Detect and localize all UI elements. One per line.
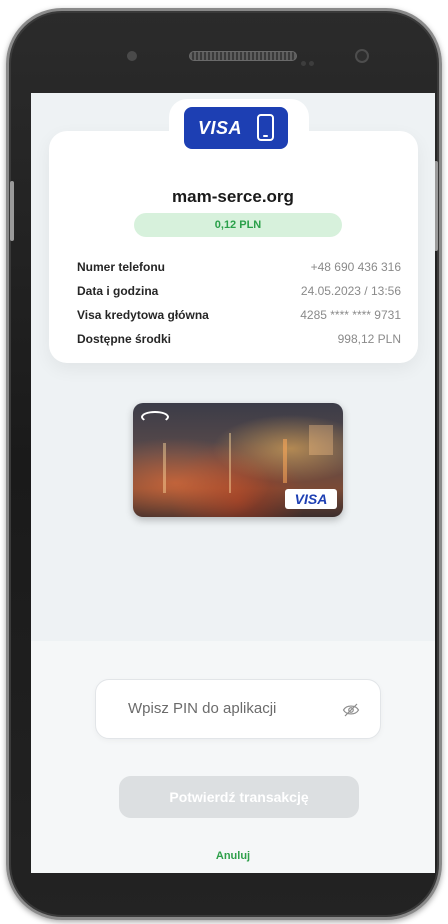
phone-frame: VISA mam-serce.org 0,12 PLN Numer telefo… <box>6 8 442 920</box>
detail-label: Data i godzina <box>77 284 159 298</box>
merchant-name: mam-serce.org <box>172 187 294 206</box>
front-camera-icon <box>355 49 369 63</box>
sensor-dots <box>301 53 325 66</box>
detail-value: +48 690 436 316 <box>310 260 401 274</box>
card-visa-logo: VISA <box>285 489 337 509</box>
transaction-details: Numer telefonu +48 690 436 316 Data i go… <box>77 255 401 351</box>
eye-off-icon[interactable] <box>342 701 360 719</box>
detail-value: 4285 **** **** 9731 <box>300 308 401 322</box>
detail-label: Dostępne środki <box>77 332 172 346</box>
detail-value: 998,12 PLN <box>337 332 401 346</box>
detail-row-card: Visa kredytowa główna 4285 **** **** 973… <box>77 303 401 327</box>
confirm-transaction-button[interactable]: Potwierdź transakcję <box>119 776 359 818</box>
pin-placeholder: Wpisz PIN do aplikacji <box>128 700 277 717</box>
amount-badge: 0,12 PLN <box>134 213 342 237</box>
detail-label: Numer telefonu <box>77 260 166 274</box>
proximity-sensor-icon <box>127 51 137 61</box>
detail-value: 24.05.2023 / 13:56 <box>300 284 401 298</box>
pin-input[interactable]: Wpisz PIN do aplikacji <box>95 679 381 739</box>
top-bezel <box>21 23 433 87</box>
payment-card-image: VISA <box>133 403 343 517</box>
volume-button <box>10 181 14 241</box>
detail-row-funds: Dostępne środki 998,12 PLN <box>77 327 401 351</box>
app-screen: VISA mam-serce.org 0,12 PLN Numer telefo… <box>31 93 435 873</box>
visa-logo: VISA <box>198 117 243 138</box>
cancel-link[interactable]: Anuluj <box>31 850 435 862</box>
speaker-grille <box>189 51 297 61</box>
detail-row-datetime: Data i godzina 24.05.2023 / 13:56 <box>77 279 401 303</box>
smartphone-icon <box>257 114 274 141</box>
detail-row-phone: Numer telefonu +48 690 436 316 <box>77 255 401 279</box>
bottom-sheet <box>31 641 435 873</box>
bank-logo-icon <box>141 411 169 423</box>
detail-label: Visa kredytowa główna <box>77 308 209 322</box>
visa-mobile-badge: VISA <box>184 107 288 149</box>
